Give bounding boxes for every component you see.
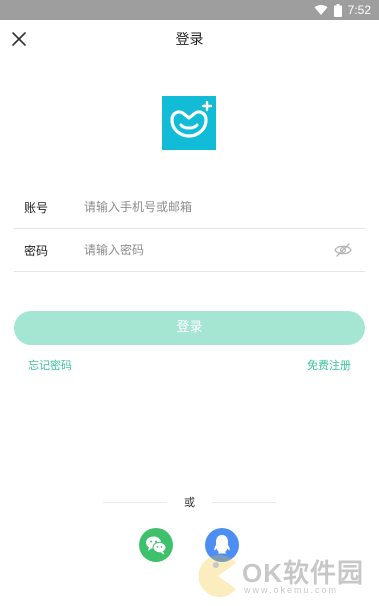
password-visibility-toggle[interactable] — [333, 240, 353, 260]
password-label: 密码 — [24, 243, 49, 258]
login-form: 账号 密码 — [14, 186, 365, 272]
wechat-login-button[interactable] — [139, 528, 173, 562]
battery-icon — [333, 3, 342, 17]
wechat-icon — [146, 536, 167, 555]
header: 登录 — [0, 20, 379, 58]
account-row: 账号 — [14, 186, 365, 229]
wifi-icon — [314, 4, 328, 16]
pacman-logo-icon — [198, 555, 236, 597]
divider-line-right — [212, 502, 276, 503]
status-time: 7:52 — [347, 3, 371, 17]
app-logo — [162, 96, 216, 150]
watermark-url: www.okemu.com — [244, 585, 339, 595]
status-icons: 7:52 — [314, 0, 371, 20]
forgot-password-link[interactable]: 忘记密码 — [28, 357, 72, 373]
login-button[interactable]: 登录 — [14, 311, 365, 345]
password-input[interactable] — [76, 235, 333, 265]
page-title: 登录 — [175, 32, 204, 48]
account-input[interactable] — [76, 192, 365, 222]
password-row: 密码 — [14, 229, 365, 272]
status-bar: 7:52 — [0, 0, 379, 20]
or-divider: 或 — [0, 494, 379, 510]
app-logo-icon — [170, 100, 213, 138]
eye-hidden-icon — [334, 243, 352, 257]
register-link[interactable]: 免费注册 — [307, 357, 351, 373]
account-label: 账号 — [24, 200, 49, 215]
watermark: OK软件园 www.okemu.com — [196, 551, 374, 601]
or-text: 或 — [184, 496, 195, 509]
